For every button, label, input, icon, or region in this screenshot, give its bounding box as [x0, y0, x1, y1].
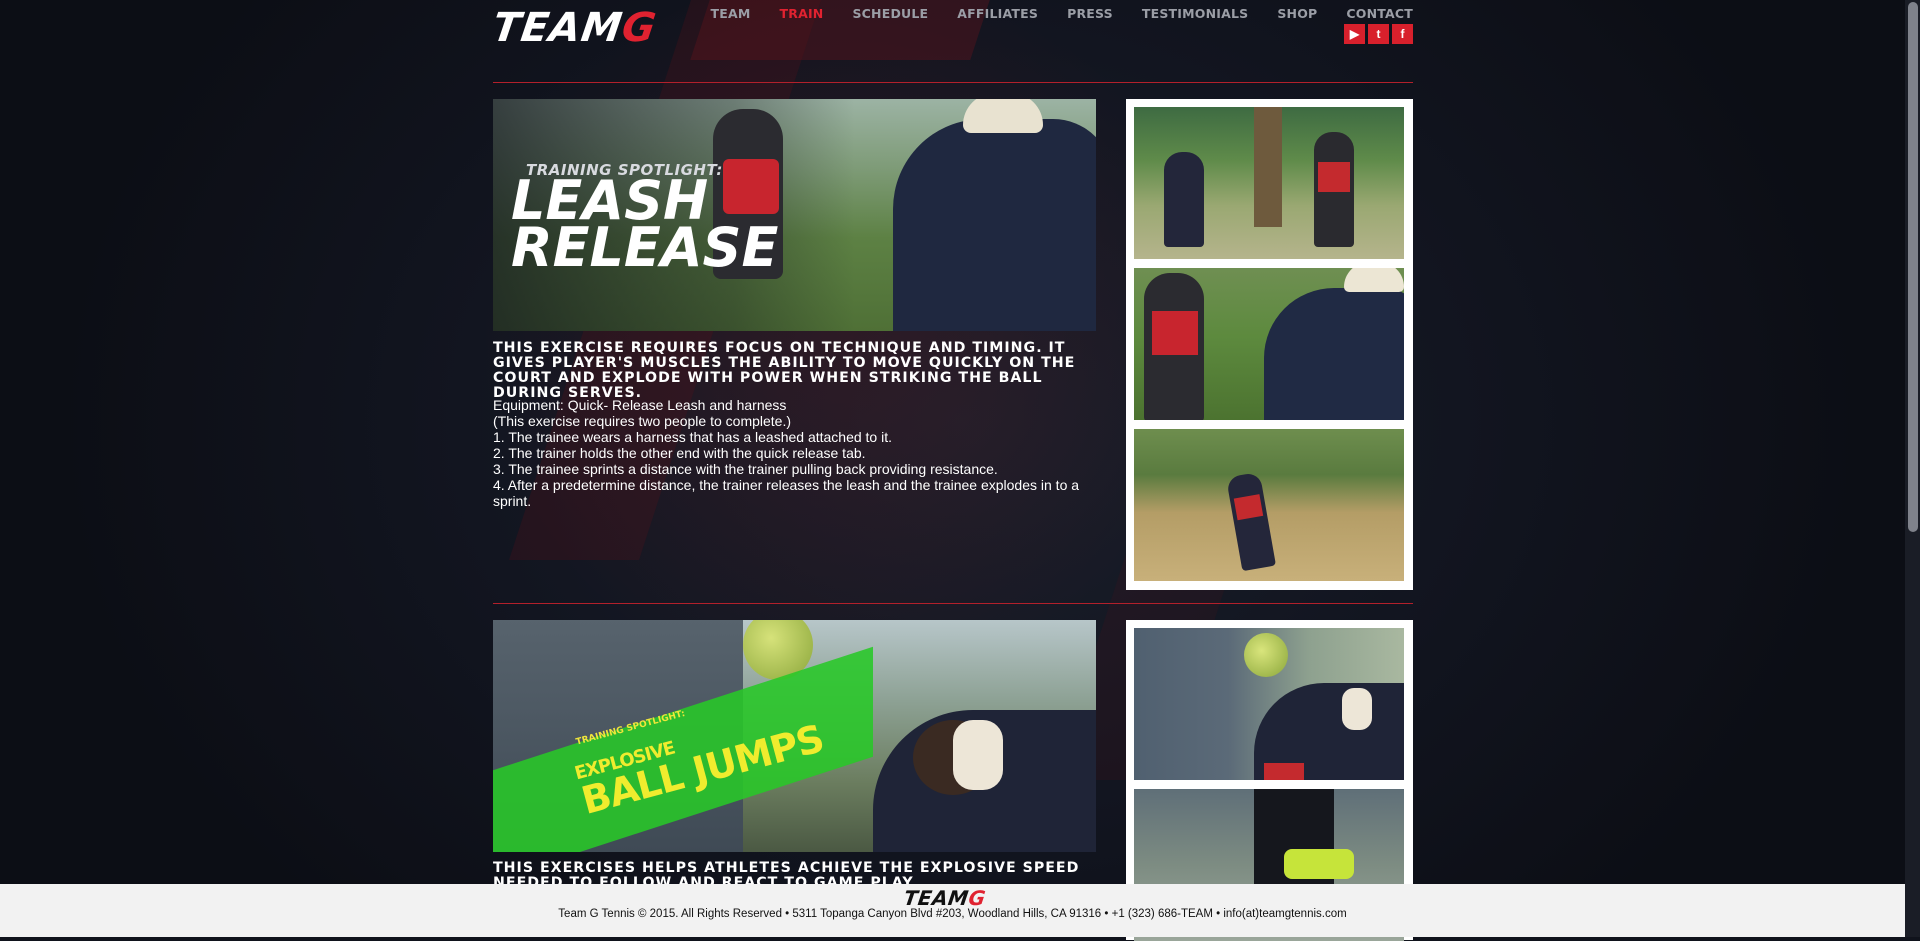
harness-vest — [1152, 311, 1198, 355]
harness-vest — [1318, 162, 1350, 192]
equipment-line: Equipment: Quick- Release Leash and harn… — [493, 397, 787, 413]
section-divider — [493, 603, 1413, 604]
section-divider — [493, 82, 1413, 83]
logo-text: TEAM — [902, 886, 971, 910]
trainee-figure — [1314, 132, 1354, 247]
gallery-thumb[interactable] — [1134, 429, 1404, 581]
exercise-lead-text: THIS EXERCISE REQUIRES FOCUS ON TECHNIQU… — [493, 340, 1076, 401]
athlete-cap — [953, 720, 1003, 790]
footer-copyright: Team G Tennis © 2015. All Rights Reserve… — [558, 908, 1347, 920]
note-line: (This exercise requires two people to co… — [493, 413, 792, 429]
site-footer: TEAMG Team G Tennis © 2015. All Rights R… — [0, 884, 1905, 937]
ball-jumps-hero-image: TRAINING SPOTLIGHT: EXPLOSIVE BALL JUMPS — [493, 620, 1096, 852]
team-g-logo[interactable]: TEAMG — [490, 5, 660, 51]
nav-contact[interactable]: CONTACT — [1346, 6, 1413, 21]
athlete-shorts — [1264, 763, 1304, 780]
social-links: ▶ t f — [1344, 24, 1413, 44]
main-nav: TEAM TRAIN SCHEDULE AFFILIATES PRESS TES… — [711, 6, 1413, 21]
harness-vest — [1233, 494, 1264, 521]
facebook-icon[interactable]: f — [1392, 24, 1413, 44]
scrollbar-thumb[interactable] — [1908, 2, 1918, 532]
trainer-figure — [1164, 152, 1204, 247]
nav-shop[interactable]: SHOP — [1277, 6, 1317, 21]
tree-shape — [1254, 107, 1282, 227]
hero-title: LEASH RELEASE — [511, 169, 779, 279]
step-item: 3. The trainee sprints a distance with t… — [493, 461, 998, 477]
logo-accent: G — [967, 886, 988, 910]
exercise-instructions: Equipment: Quick- Release Leash and harn… — [493, 397, 1096, 509]
logo-accent: G — [619, 5, 660, 51]
logo-text: TEAM — [489, 5, 626, 51]
nav-affiliates[interactable]: AFFILIATES — [957, 6, 1038, 21]
trainer-figure — [1264, 288, 1404, 420]
page-scrollbar[interactable] — [1905, 0, 1920, 937]
step-item: 2. The trainer holds the other end with … — [493, 445, 866, 461]
nav-team[interactable]: TEAM — [711, 6, 751, 21]
gallery-thumb[interactable] — [1134, 107, 1404, 259]
trainer-cap — [1344, 268, 1404, 292]
footer-logo[interactable]: TEAMG — [902, 886, 987, 910]
medicine-ball — [1244, 633, 1288, 677]
trainee-figure — [1144, 273, 1204, 420]
athlete-shoe — [1284, 849, 1354, 879]
trainer-cap — [963, 99, 1043, 133]
athlete-cap — [1342, 688, 1372, 730]
nav-schedule[interactable]: SCHEDULE — [852, 6, 928, 21]
leash-release-hero-image: TRAINING SPOTLIGHT: LEASH RELEASE — [493, 99, 1096, 331]
step-item: 4. After a predetermine distance, the tr… — [493, 477, 1080, 509]
leash-release-gallery — [1126, 99, 1413, 590]
nav-train[interactable]: TRAIN — [780, 6, 824, 21]
sprinting-figure — [1226, 471, 1276, 572]
youtube-icon[interactable]: ▶ — [1344, 24, 1365, 44]
nav-testimonials[interactable]: TESTIMONIALS — [1142, 6, 1248, 21]
twitter-icon[interactable]: t — [1368, 24, 1389, 44]
trainer-figure — [893, 119, 1096, 331]
gallery-thumb[interactable] — [1134, 628, 1404, 780]
nav-press[interactable]: PRESS — [1067, 6, 1113, 21]
gallery-thumb[interactable] — [1134, 268, 1404, 420]
step-item: 1. The trainee wears a harness that has … — [493, 429, 892, 445]
